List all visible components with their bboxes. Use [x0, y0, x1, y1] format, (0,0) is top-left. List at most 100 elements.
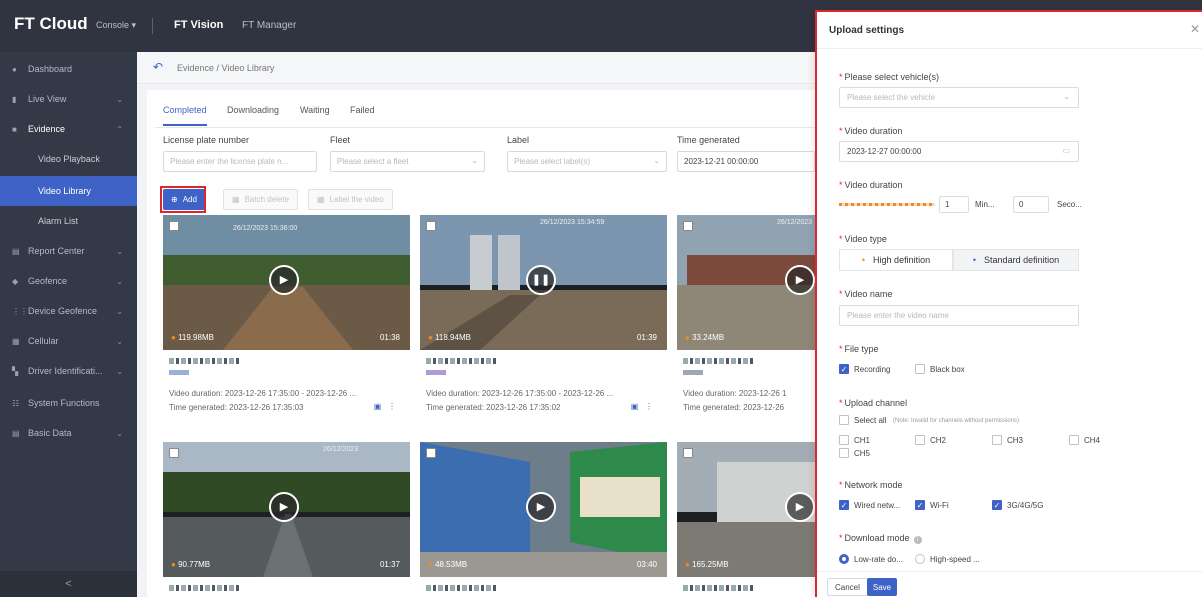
video-thumbnail[interactable]: 26/12/2023 15:36:00 ▶ ● 119.98MB 01:38 [163, 215, 410, 350]
video-thumbnail[interactable]: ▶ ● 165.25MB [677, 442, 815, 577]
app-ft-manager[interactable]: FT Manager [242, 20, 296, 31]
sidebar-item-video-library[interactable]: Video Library [0, 176, 137, 206]
video-thumbnail[interactable]: ▶ ● 48.53MB 03:40 [420, 442, 667, 577]
basic-data-icon: ▤ [12, 428, 20, 438]
video-card[interactable]: 26/12/2023 ▶ ● 90.77MB 01:37 [163, 442, 410, 597]
type-standard-definition[interactable]: • Standard definition [953, 249, 1079, 271]
chevron-down-icon: ⌄ [116, 336, 123, 346]
video-thumbnail[interactable]: 26/12/2023 ▶ ● 90.77MB 01:37 [163, 442, 410, 577]
sidebar-item-video-playback[interactable]: Video Playback [0, 144, 137, 174]
sidebar-item-evidence[interactable]: ■ Evidence ⌃ [0, 114, 137, 144]
sidebar-item-report-center[interactable]: ▤ Report Center ⌄ [0, 236, 137, 266]
card-actions[interactable]: ▣ ⋮ [631, 402, 653, 411]
tab-downloading[interactable]: Downloading [227, 105, 279, 115]
close-icon[interactable]: ✕ [1190, 22, 1200, 36]
tab-completed[interactable]: Completed [163, 105, 207, 126]
fleet-select[interactable]: Please select a fleet ⌄ [330, 151, 485, 172]
play-icon[interactable]: ▶ [526, 492, 556, 522]
folder-icon[interactable]: ▣ [374, 402, 382, 411]
plate-input[interactable]: Please enter the license plate n... [163, 151, 317, 172]
file-type-label: * File type [839, 344, 879, 354]
sidebar-collapse-button[interactable]: < [0, 571, 137, 597]
time-input[interactable]: 2023-12-21 00:00:00 [677, 151, 815, 172]
sidebar-item-label: Driver Identificati... [28, 366, 103, 376]
tab-failed[interactable]: Failed [350, 105, 375, 115]
select-all-checkbox[interactable] [839, 415, 849, 425]
chevron-down-icon: ⌄ [116, 276, 123, 286]
low-rate-radio[interactable] [839, 554, 849, 564]
bullet-icon: • [861, 255, 866, 265]
back-icon[interactable]: ↶ [153, 60, 163, 74]
sidebar-item-system-functions[interactable]: ☷ System Functions [0, 388, 137, 418]
video-thumbnail[interactable]: 26/12/2023 ▶ ● 33.24MB [677, 215, 815, 350]
high-speed-radio[interactable] [915, 554, 925, 564]
video-name-input[interactable]: Please enter the video name [839, 305, 1079, 326]
sidebar-item-geofence[interactable]: ◆ Geofence ⌄ [0, 266, 137, 296]
video-thumbnail[interactable]: 26/12/2023 15:34:59 ❚❚ ● 118.94MB 01:39 [420, 215, 667, 350]
video-card[interactable]: ▶ ● 48.53MB 03:40 [420, 442, 667, 597]
blackbox-label: Black box [930, 365, 965, 374]
duration-date-input[interactable]: 2023-12-27 00:00:00 ▭ [839, 141, 1079, 162]
sidebar-item-live-view[interactable]: ▮ Live View ⌄ [0, 84, 137, 114]
more-icon[interactable]: ⋮ [645, 402, 653, 411]
console-dropdown[interactable]: Console ▾ [96, 20, 136, 31]
seconds-input[interactable]: 0 [1013, 196, 1049, 213]
cellular-network-checkbox[interactable]: ✓ [992, 500, 1002, 510]
dashboard-icon: ● [12, 64, 17, 74]
ch2-label: CH2 [930, 436, 947, 445]
info-icon[interactable]: i [913, 536, 922, 544]
batch-delete-label: Batch delete [244, 195, 290, 204]
video-checkbox[interactable] [426, 448, 436, 458]
ch1-checkbox[interactable] [839, 435, 849, 445]
more-icon[interactable]: ⋮ [388, 402, 396, 411]
blackbox-checkbox[interactable] [915, 364, 925, 374]
video-timestamp: 26/12/2023 15:36:00 [233, 225, 298, 232]
video-checkbox[interactable] [169, 448, 179, 458]
folder-icon[interactable]: ▣ [631, 402, 639, 411]
play-icon[interactable]: ▶ [269, 492, 299, 522]
panel-title: Upload settings [829, 25, 905, 36]
ch4-checkbox[interactable] [1069, 435, 1079, 445]
video-card[interactable]: ▶ ● 165.25MB [677, 442, 815, 597]
cancel-button[interactable]: Cancel [827, 578, 868, 596]
vehicle-select[interactable]: Please select the vehicle ⌄ [839, 87, 1079, 108]
minutes-input[interactable]: 1 [939, 196, 969, 213]
wired-network-checkbox[interactable]: ✓ [839, 500, 849, 510]
app-ft-vision[interactable]: FT Vision [174, 19, 223, 31]
type-high-definition[interactable]: • High definition [839, 249, 953, 271]
video-card[interactable]: 26/12/2023 ▶ ● 33.24MB Video duration: 2… [677, 215, 815, 465]
batch-delete-button[interactable]: ▦ Batch delete [223, 189, 299, 210]
label-video-button[interactable]: ▦ Label the video [308, 189, 393, 210]
play-icon[interactable]: ▶ [785, 492, 815, 522]
video-checkbox[interactable] [169, 221, 179, 231]
file-size-value: 33.24MB [692, 333, 725, 342]
sidebar-item-alarm-list[interactable]: Alarm List [0, 206, 137, 236]
video-checkbox[interactable] [683, 448, 693, 458]
ch5-checkbox[interactable] [839, 448, 849, 458]
duration-slider[interactable] [839, 203, 935, 206]
card-actions[interactable]: ▣ ⋮ [374, 402, 396, 411]
add-button[interactable]: ⊕ Add [163, 189, 205, 210]
sidebar-item-dashboard[interactable]: ● Dashboard [0, 54, 137, 84]
recording-checkbox[interactable]: ✓ [839, 364, 849, 374]
label-select[interactable]: Please select label(s) ⌄ [507, 151, 667, 172]
sidebar-item-basic-data[interactable]: ▤ Basic Data ⌄ [0, 418, 137, 448]
save-button[interactable]: Save [867, 578, 897, 596]
play-icon[interactable]: ▶ [785, 265, 815, 295]
sidebar-item-cellular[interactable]: ▦ Cellular ⌄ [0, 326, 137, 356]
sidebar-item-device-geofence[interactable]: ⋮⋮ Device Geofence ⌄ [0, 296, 137, 326]
tab-waiting[interactable]: Waiting [300, 105, 330, 115]
label-video-label: Label the video [329, 195, 384, 204]
video-checkbox[interactable] [683, 221, 693, 231]
sidebar-item-driver-identification[interactable]: ▚ Driver Identificati... ⌄ [0, 356, 137, 386]
play-icon[interactable]: ▶ [269, 265, 299, 295]
ch3-checkbox[interactable] [992, 435, 1002, 445]
video-card[interactable]: 26/12/2023 15:36:00 ▶ ● 119.98MB 01:38 V… [163, 215, 410, 465]
video-timestamp: 26/12/2023 15:34:59 [540, 219, 605, 226]
video-checkbox[interactable] [426, 221, 436, 231]
ch2-checkbox[interactable] [915, 435, 925, 445]
main-content: ↶ Evidence / Video Library Completed Dow… [137, 52, 815, 597]
pause-icon[interactable]: ❚❚ [526, 265, 556, 295]
wifi-checkbox[interactable]: ✓ [915, 500, 925, 510]
video-card[interactable]: 26/12/2023 15:34:59 ❚❚ ● 118.94MB 01:39 … [420, 215, 667, 465]
